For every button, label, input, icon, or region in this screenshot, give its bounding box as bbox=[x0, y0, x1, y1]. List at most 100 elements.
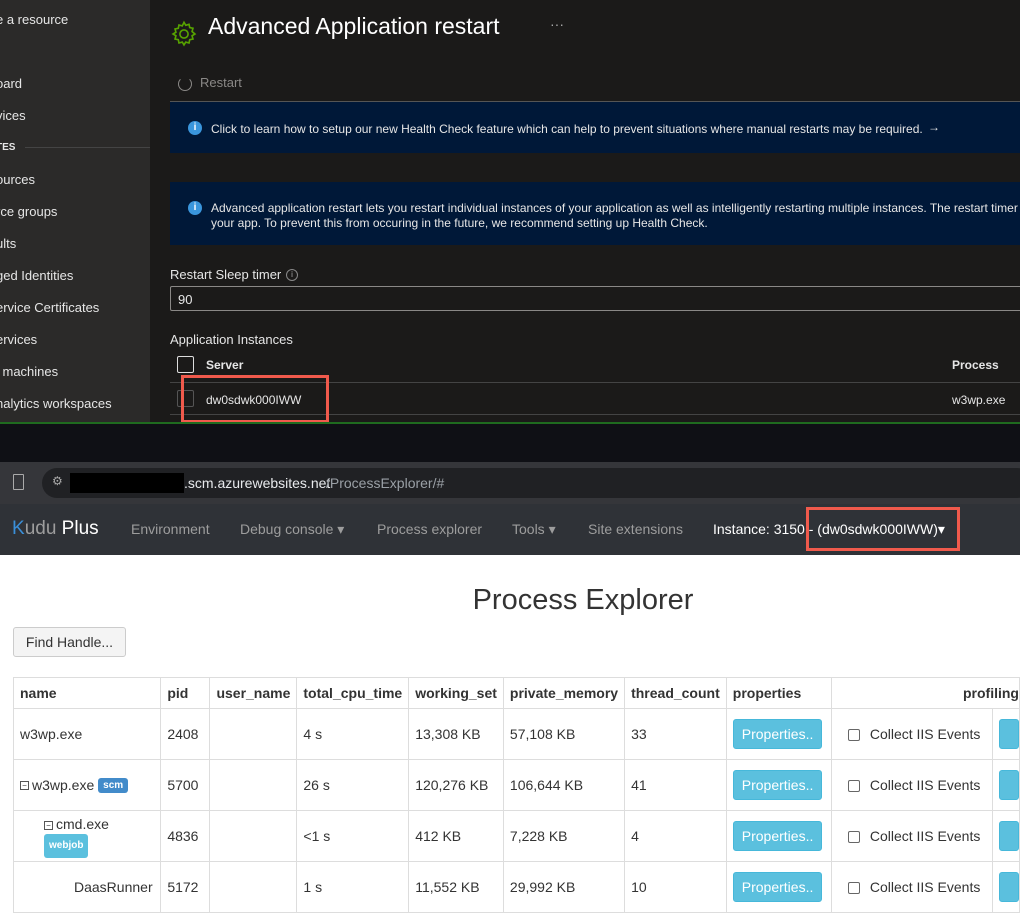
pid: 2408 bbox=[160, 708, 211, 760]
kudu-brand[interactable]: Kudu Plus bbox=[12, 518, 99, 540]
profile-cell bbox=[992, 810, 1020, 862]
private-memory: 29,992 KB bbox=[502, 861, 626, 913]
scm-badge: scm bbox=[98, 778, 129, 794]
more-options-button[interactable]: ··· bbox=[550, 16, 564, 32]
info-text-line2: your app. To prevent this from occuring … bbox=[211, 216, 708, 230]
brand-udu: udu bbox=[24, 518, 57, 539]
bookmark-icon[interactable] bbox=[13, 474, 24, 490]
sidebar-item-vaults[interactable]: ults bbox=[0, 236, 16, 251]
azure-sidebar: e a resource oard vices TES ources rce g… bbox=[0, 0, 150, 422]
name-text: DaasRunner bbox=[74, 879, 153, 895]
cpu-time: 4 s bbox=[296, 708, 410, 760]
find-handle-button[interactable]: Find Handle... bbox=[13, 627, 126, 657]
info-tooltip-icon[interactable]: i bbox=[286, 269, 298, 281]
user-name bbox=[209, 759, 298, 811]
brand-k: K bbox=[12, 518, 25, 539]
sidebar-item-create-resource[interactable]: e a resource bbox=[0, 12, 68, 27]
site-settings-icon[interactable]: ⚙ bbox=[52, 474, 63, 488]
highlight-box bbox=[806, 507, 960, 551]
sidebar-item-dashboard[interactable]: oard bbox=[0, 76, 22, 91]
sleep-timer-input[interactable]: 90 bbox=[170, 286, 1020, 311]
arrow-right-icon: → bbox=[928, 120, 940, 134]
collect-iis-checkbox[interactable] bbox=[847, 882, 860, 895]
webjob-badge: webjob bbox=[44, 834, 89, 858]
health-check-banner[interactable]: i Click to learn how to setup our new He… bbox=[170, 102, 1020, 153]
nav-debug-console[interactable]: Debug console ▾ bbox=[240, 521, 344, 538]
restart-button[interactable]: Restart bbox=[178, 75, 242, 91]
sidebar-item-resources[interactable]: ources bbox=[0, 172, 35, 187]
properties-button[interactable]: Properties.. bbox=[732, 719, 823, 749]
address-bar[interactable]: ⚙ .scm.azurewebsites.net /ProcessExplore… bbox=[42, 468, 1020, 498]
collect-cell[interactable]: Collect IIS Events bbox=[830, 861, 994, 913]
pid: 5172 bbox=[160, 861, 211, 913]
sidebar-item-resource-groups[interactable]: rce groups bbox=[0, 204, 57, 219]
thread-count: 41 bbox=[624, 759, 727, 811]
nav-site-extensions[interactable]: Site extensions bbox=[588, 521, 683, 537]
collapse-icon[interactable]: − bbox=[20, 781, 29, 791]
column-name: name bbox=[12, 677, 162, 709]
collect-iis-label: Collect IIS Events bbox=[869, 777, 981, 793]
browser-toolbar: ⚙ .scm.azurewebsites.net /ProcessExplore… bbox=[0, 462, 1020, 504]
gear-icon bbox=[171, 20, 197, 47]
working-set: 11,552 KB bbox=[408, 861, 504, 913]
collect-iis-checkbox[interactable] bbox=[847, 831, 860, 844]
column-total-cpu-time: total_cpu_time bbox=[296, 677, 410, 709]
thread-count: 10 bbox=[624, 861, 727, 913]
thread-count: 33 bbox=[624, 708, 727, 760]
sidebar-item-all-services[interactable]: vices bbox=[0, 108, 26, 123]
nav-environment[interactable]: Environment bbox=[131, 521, 210, 537]
thread-count: 4 bbox=[624, 810, 727, 862]
collect-iis-label: Collect IIS Events bbox=[869, 726, 981, 742]
properties-button[interactable]: Properties.. bbox=[732, 770, 823, 800]
collect-iis-label: Collect IIS Events bbox=[869, 879, 981, 895]
column-private-memory: private_memory bbox=[502, 677, 626, 709]
divider bbox=[25, 147, 150, 148]
url-path: /ProcessExplorer/# bbox=[326, 475, 445, 491]
working-set: 412 KB bbox=[408, 810, 504, 862]
properties-cell: Properties.. bbox=[725, 759, 832, 811]
nav-process-explorer[interactable]: Process explorer bbox=[377, 521, 482, 537]
name-text: w3wp.exe bbox=[32, 776, 95, 793]
process-name: w3wp.exe bbox=[12, 708, 162, 760]
collect-iis-checkbox[interactable] bbox=[847, 729, 860, 742]
sidebar-item-virtual-machines[interactable]: l machines bbox=[0, 364, 58, 379]
collapse-icon[interactable]: − bbox=[44, 820, 53, 830]
sidebar-item-app-services[interactable]: ervices bbox=[0, 332, 37, 347]
azure-main: Advanced Application restart ··· Restart… bbox=[150, 0, 1020, 422]
user-name bbox=[209, 861, 298, 913]
sidebar-item-managed-identities[interactable]: ged Identities bbox=[0, 268, 73, 283]
name-text: w3wp.exe bbox=[20, 726, 83, 742]
properties-button[interactable]: Properties.. bbox=[732, 821, 823, 851]
table-row: DaasRunner 5172 1 s 11,552 KB 29,992 KB … bbox=[12, 861, 1020, 913]
select-all-checkbox[interactable] bbox=[177, 356, 194, 373]
column-pid: pid bbox=[160, 677, 211, 709]
process-name: − cmd.exe webjob bbox=[12, 810, 162, 862]
cpu-time: <1 s bbox=[296, 810, 410, 862]
sleep-timer-label: Restart Sleep timer bbox=[170, 267, 282, 282]
table-row: w3wp.exe 2408 4 s 13,308 KB 57,108 KB 33… bbox=[12, 708, 1020, 760]
collect-iis-checkbox[interactable] bbox=[847, 780, 860, 793]
nav-tools[interactable]: Tools ▾ bbox=[512, 521, 556, 538]
properties-button[interactable]: Properties.. bbox=[732, 872, 823, 902]
column-properties: properties bbox=[725, 677, 832, 709]
profile-cell bbox=[992, 708, 1020, 760]
column-process: Process bbox=[952, 358, 999, 372]
table-row: − cmd.exe webjob 4836 <1 s 412 KB 7,228 KB… bbox=[12, 810, 1020, 862]
highlight-box bbox=[181, 375, 329, 422]
info-icon: i bbox=[188, 121, 202, 135]
pid: 4836 bbox=[160, 810, 211, 862]
sidebar-item-log-analytics[interactable]: nalytics workspaces bbox=[0, 396, 112, 411]
table-row: − w3wp.exe scm 5700 26 s 120,276 KB 106,6… bbox=[12, 759, 1020, 811]
private-memory: 106,644 KB bbox=[502, 759, 626, 811]
collect-cell[interactable]: Collect IIS Events bbox=[830, 810, 994, 862]
collect-cell[interactable]: Collect IIS Events bbox=[830, 708, 994, 760]
info-icon: i bbox=[188, 201, 202, 215]
redacted-host bbox=[70, 473, 184, 493]
collect-cell[interactable]: Collect IIS Events bbox=[830, 759, 994, 811]
user-name bbox=[209, 810, 298, 862]
cpu-time: 1 s bbox=[296, 861, 410, 913]
sidebar-item-app-service-certificates[interactable]: ervice Certificates bbox=[0, 300, 99, 315]
instances-label: Application Instances bbox=[170, 332, 293, 347]
profile-cell bbox=[992, 759, 1020, 811]
name-text: cmd.exe bbox=[56, 816, 109, 832]
